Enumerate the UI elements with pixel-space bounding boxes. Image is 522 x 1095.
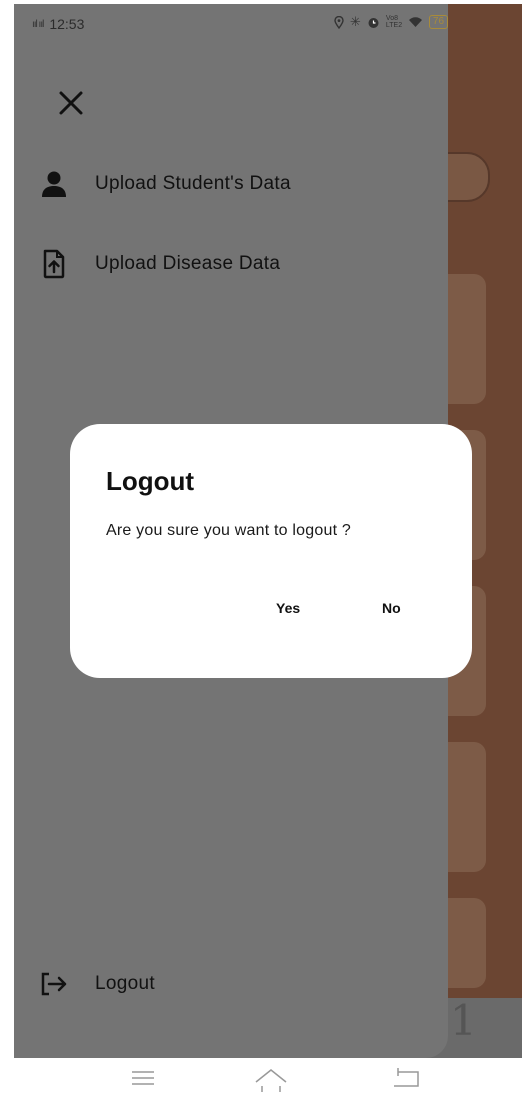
app-screen: 1 Upload Student's Data Upload Disease D…	[14, 4, 522, 1058]
menu-item-label: Upload Student's Data	[95, 173, 291, 194]
signal-icon: ııl ııl	[32, 18, 44, 30]
wifi-icon	[408, 17, 422, 27]
background-bottom-glyph: 1	[450, 996, 477, 1045]
yes-button[interactable]: Yes	[276, 600, 300, 616]
menu-item-upload-student-data[interactable]: Upload Student's Data	[40, 164, 291, 204]
close-drawer-button[interactable]	[54, 86, 88, 120]
location-icon	[334, 15, 344, 29]
status-left: ııl ııl 12:53	[32, 16, 84, 32]
battery-indicator: 76	[428, 15, 449, 29]
back-icon[interactable]	[392, 1068, 422, 1090]
alarm-icon	[368, 17, 379, 28]
logout-label: Logout	[95, 973, 155, 994]
logout-menu-item[interactable]: Logout	[40, 964, 155, 1004]
no-button[interactable]: No	[382, 600, 401, 616]
home-icon[interactable]	[254, 1068, 288, 1092]
bluetooth-icon: ✳	[350, 14, 361, 29]
menu-item-upload-disease-data[interactable]: Upload Disease Data	[40, 244, 280, 284]
menu-icon[interactable]	[130, 1068, 156, 1088]
menu-item-label: Upload Disease Data	[95, 253, 281, 274]
file-upload-icon	[40, 249, 68, 279]
system-navigation-bar	[0, 1058, 522, 1095]
status-bar: ııl ııl 12:53 ✳ Vo8 LTE2 76	[14, 4, 522, 40]
status-time: 12:53	[49, 16, 85, 32]
volte-icon: Vo8 LTE2	[385, 15, 403, 29]
logout-icon	[40, 969, 68, 999]
person-icon	[40, 169, 68, 199]
close-icon	[59, 91, 83, 115]
dialog-title: Logout	[106, 466, 195, 496]
status-right: ✳ Vo8 LTE2 76	[334, 14, 449, 30]
dialog-message: Are you sure you want to logout ?	[106, 522, 351, 539]
logout-dialog: Logout Are you sure you want to logout ?…	[70, 424, 472, 678]
